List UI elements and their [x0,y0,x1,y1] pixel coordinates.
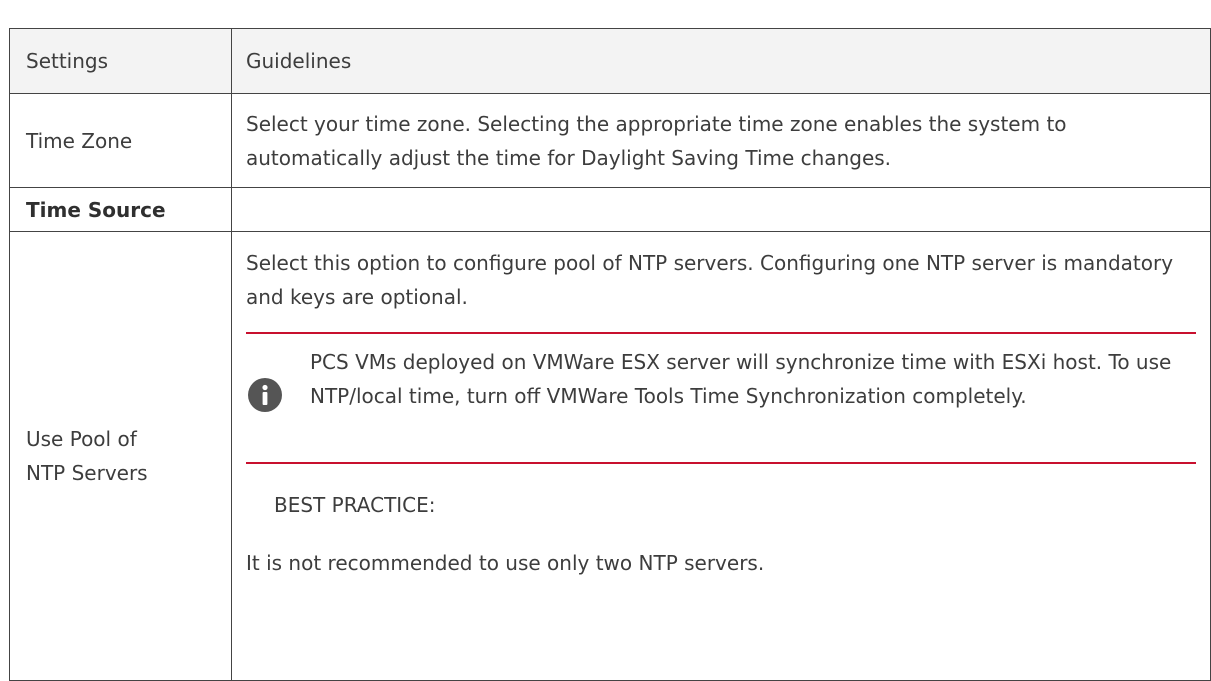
header-settings: Settings [26,49,109,73]
info-icon [248,378,282,412]
table-row-ntp-pool: Use Pool of NTP Servers Select this opti… [9,231,1211,681]
setting-cell: Time Source [9,187,232,232]
best-practice-label: BEST PRACTICE: [274,493,436,517]
setting-cell: Use Pool of NTP Servers [9,231,232,681]
settings-guidelines-table: Settings Guidelines Time Zone Select you… [9,28,1211,681]
header-guidelines: Guidelines [246,49,352,73]
guideline-cell: Select this option to configure pool of … [231,231,1211,681]
note-text: PCS VMs deployed on VMWare ESX server wi… [310,350,1172,408]
guideline-time-zone: Select your time zone. Selecting the app… [246,111,1067,170]
table-header-row: Settings Guidelines [9,28,1211,94]
setting-cell: Time Zone [9,93,232,188]
guideline-cell: Select your time zone. Selecting the app… [231,93,1211,188]
best-practice-text: It is not recommended to use only two NT… [246,551,765,575]
guideline-cell [231,187,1211,232]
guideline-ntp-pool: Select this option to configure pool of … [246,251,1174,309]
header-settings-cell: Settings [9,28,232,94]
note-callout: PCS VMs deployed on VMWare ESX server wi… [246,332,1196,464]
section-time-source: Time Source [26,197,166,222]
header-guidelines-cell: Guidelines [231,28,1211,94]
setting-time-zone: Time Zone [26,128,133,153]
table-row-time-zone: Time Zone Select your time zone. Selecti… [9,93,1211,188]
table-row-time-source: Time Source [9,187,1211,232]
setting-ntp-pool: Use Pool of NTP Servers [26,427,148,485]
